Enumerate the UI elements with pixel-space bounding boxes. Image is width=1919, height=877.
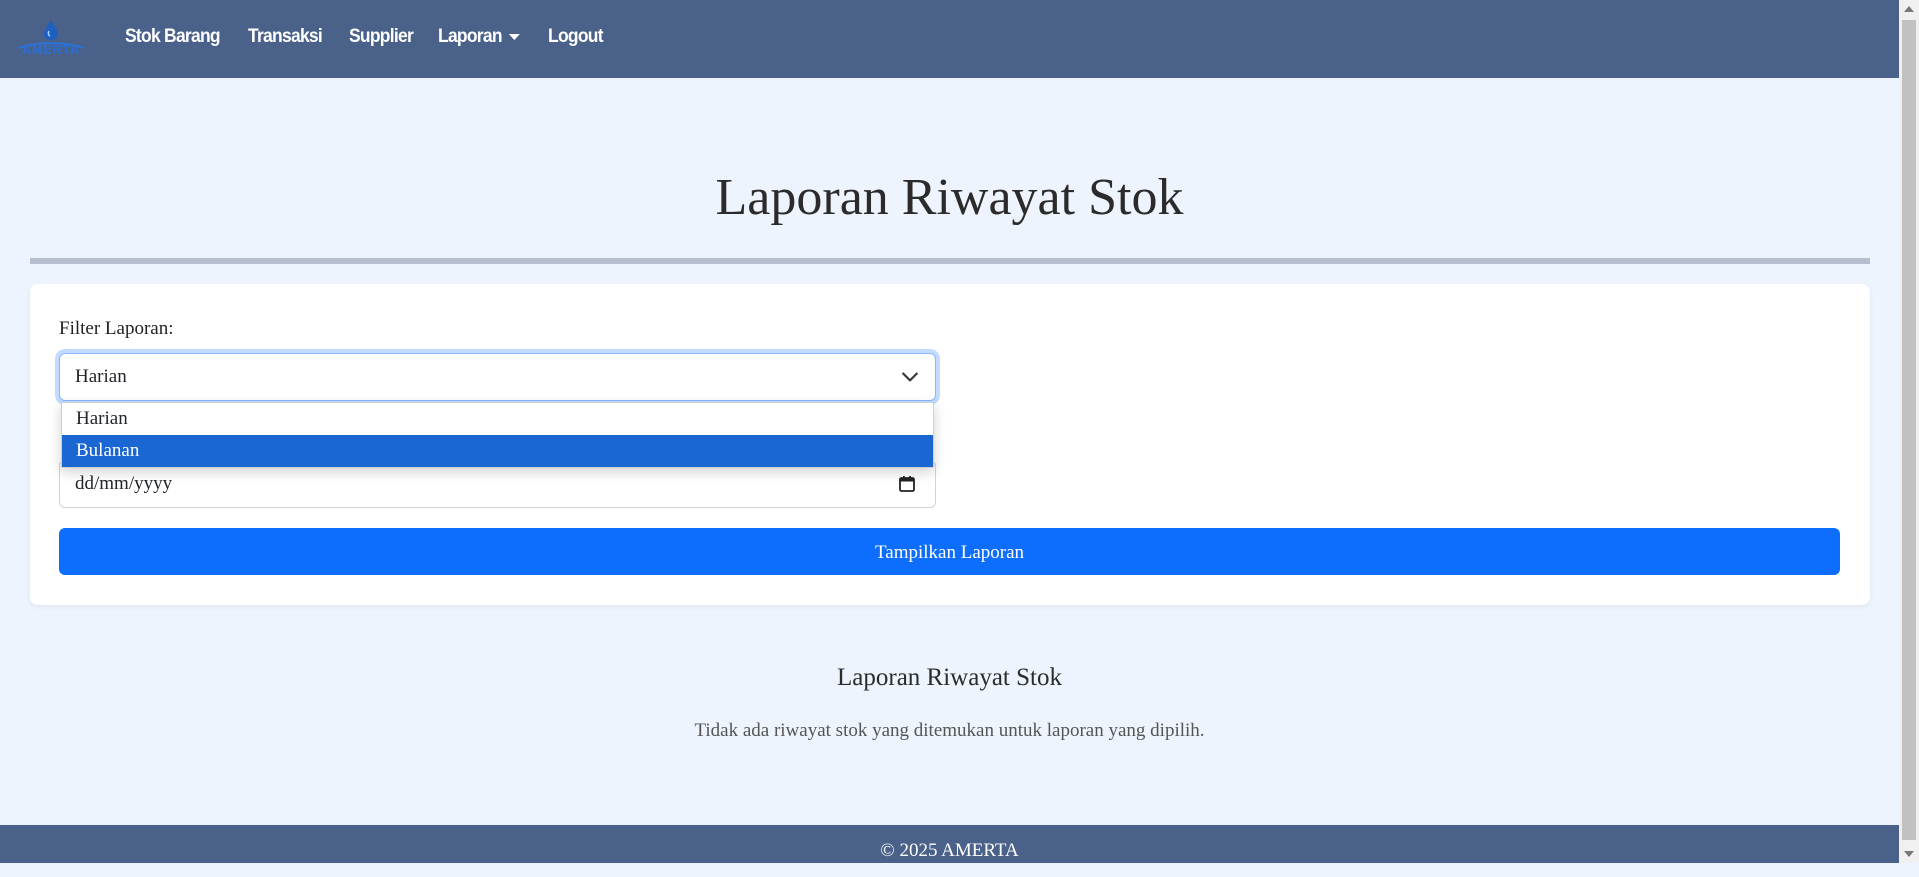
nav-logout[interactable]: Logout (548, 26, 604, 48)
report-type-select[interactable]: Harian (59, 353, 936, 401)
chevron-down-icon (902, 372, 918, 382)
empty-message: Tidak ada riwayat stok yang ditemukan un… (694, 720, 1205, 741)
amerta-logo[interactable]: AMERTA (14, 18, 88, 58)
scrollbar[interactable] (1899, 0, 1919, 863)
select-dropdown-list: Harian Bulanan (61, 402, 934, 468)
nav-laporan-dropdown[interactable]: Laporan (438, 26, 521, 48)
footer: © 2025 AMERTA (0, 825, 1899, 863)
results-title: Laporan Riwayat Stok (837, 664, 1062, 691)
nav-supplier[interactable]: Supplier (349, 26, 414, 48)
page-title: Laporan Riwayat Stok (715, 169, 1184, 226)
show-report-button[interactable]: Tampilkan Laporan (59, 528, 1840, 575)
title-divider (30, 258, 1870, 264)
option-harian[interactable]: Harian (62, 403, 933, 435)
nav-transaksi[interactable]: Transaksi (248, 26, 323, 48)
svg-text:AMERTA: AMERTA (22, 42, 80, 57)
scroll-thumb[interactable] (1902, 20, 1916, 840)
nav-stok-barang[interactable]: Stok Barang (125, 26, 221, 48)
filter-label: Filter Laporan: (59, 318, 174, 339)
calendar-icon[interactable] (897, 474, 917, 494)
option-bulanan[interactable]: Bulanan (62, 435, 933, 467)
scroll-down-icon[interactable] (1904, 851, 1914, 857)
caret-down-icon (509, 34, 521, 40)
footer-text: © 2025 AMERTA (880, 840, 1019, 861)
navbar: AMERTA Stok Barang Transaksi Supplier La… (0, 0, 1899, 78)
scroll-up-icon[interactable] (1904, 6, 1914, 12)
select-value: Harian (75, 366, 127, 387)
date-placeholder: dd/mm/yyyy (75, 473, 173, 494)
nav-laporan-label: Laporan (438, 26, 503, 47)
